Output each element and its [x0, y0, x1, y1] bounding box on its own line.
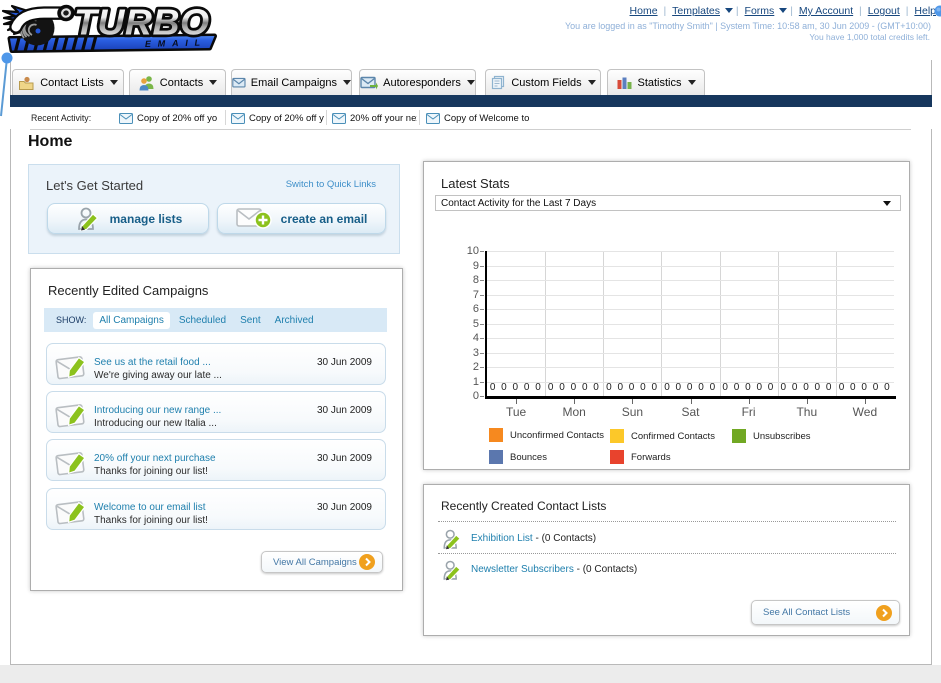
- svg-text:TURBO: TURBO: [74, 2, 210, 42]
